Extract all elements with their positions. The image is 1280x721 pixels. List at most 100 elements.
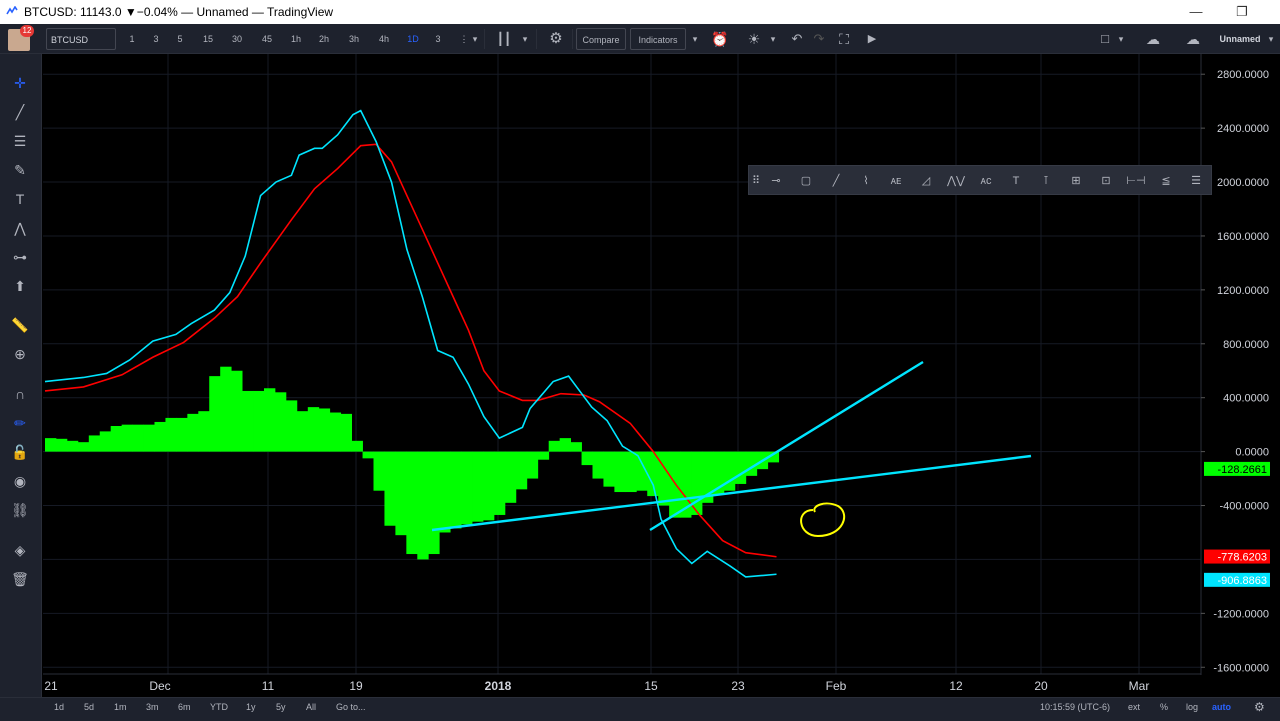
hand-drawn-circle-annotation[interactable] bbox=[800, 502, 845, 538]
drag-handle-icon[interactable]: ⠿ bbox=[751, 170, 761, 192]
lightbulb-icon[interactable]: ☀ bbox=[742, 28, 766, 50]
price-tick-label: 1200.0000 bbox=[1217, 285, 1269, 297]
brush-icon[interactable]: ✎ bbox=[9, 159, 31, 181]
path-tool-icon[interactable]: ⌇ bbox=[855, 170, 877, 192]
interval-4h-button[interactable]: 4h bbox=[371, 28, 397, 50]
range-5d-button[interactable]: 5d bbox=[84, 702, 94, 712]
range-5y-button[interactable]: 5y bbox=[276, 702, 286, 712]
interval-1-button[interactable]: 1 bbox=[124, 28, 140, 50]
cloud-download-icon[interactable]: ☁ bbox=[1140, 28, 1166, 50]
log-scale-toggle[interactable]: log bbox=[1186, 702, 1198, 712]
interval-45-button[interactable]: 45 bbox=[254, 28, 280, 50]
prediction-tool-icon[interactable]: ⊶ bbox=[9, 246, 31, 268]
alert-clock-icon[interactable]: ⏰ bbox=[708, 28, 732, 50]
avatar[interactable]: 12 bbox=[8, 25, 34, 51]
stay-in-drawing-mode-icon[interactable]: ✏ bbox=[9, 412, 31, 434]
symbol-search[interactable]: BTCUSD bbox=[46, 28, 116, 50]
interval-3-button[interactable]: 3 bbox=[430, 28, 446, 50]
histogram-bar bbox=[318, 408, 331, 452]
chart-settings-gear-icon[interactable]: ⚙ bbox=[1254, 700, 1265, 714]
range-1d-button[interactable]: 1d bbox=[54, 702, 64, 712]
ruler-icon[interactable]: 📏 bbox=[9, 314, 31, 336]
zoom-in-icon[interactable]: ⊕ bbox=[9, 343, 31, 365]
triangle-pattern-icon[interactable]: ◿ bbox=[915, 170, 937, 192]
histogram-bar bbox=[493, 451, 506, 515]
histogram-bar bbox=[406, 451, 418, 555]
crosshair-icon[interactable]: ✛ bbox=[9, 72, 31, 94]
interval-15-button[interactable]: 15 bbox=[196, 28, 220, 50]
fullscreen-icon[interactable]: ⛶ bbox=[832, 28, 856, 50]
interval-30-button[interactable]: 30 bbox=[224, 28, 250, 50]
replay-play-icon[interactable]: ▶ bbox=[862, 28, 882, 50]
indicators-chevron-icon[interactable]: ▾ bbox=[690, 28, 700, 50]
link-icon[interactable]: ⛓ bbox=[9, 499, 31, 521]
layers-icon[interactable]: ◈ bbox=[9, 539, 31, 561]
trash-icon[interactable]: 🗑 bbox=[9, 568, 31, 590]
range-6m-button[interactable]: 6m bbox=[178, 702, 191, 712]
interval-3-button[interactable]: 3 bbox=[148, 28, 164, 50]
settings-gear-icon[interactable]: ⚙ bbox=[544, 28, 568, 50]
clock-timezone[interactable]: 10:15:59 (UTC-6) bbox=[1040, 702, 1110, 712]
range-3m-button[interactable]: 3m bbox=[146, 702, 159, 712]
goto-date-button[interactable]: Go to... bbox=[336, 702, 366, 712]
histogram-bar bbox=[307, 407, 320, 452]
layout-menu-chevron-icon[interactable]: ▾ bbox=[1266, 28, 1276, 50]
chart-area[interactable]: 2800.0000 2400.0000 2000.0000 1600.0000 1200… bbox=[43, 54, 1280, 693]
histogram-bar bbox=[450, 451, 462, 529]
extended-hours-toggle[interactable]: ext bbox=[1128, 702, 1140, 712]
chevron-down-icon[interactable]: ▾ bbox=[470, 28, 480, 50]
horizontal-ray-icon[interactable]: ⊸ bbox=[765, 170, 787, 192]
abc-wave-icon[interactable]: ᴀᴄ bbox=[975, 170, 997, 192]
more-tools-icon[interactable]: ☰ bbox=[1185, 170, 1207, 192]
time-tick-label: Feb bbox=[826, 679, 847, 693]
compare-button[interactable]: Compare bbox=[576, 28, 626, 50]
avatar-badge: 12 bbox=[20, 25, 34, 37]
interval-more-icon[interactable]: ⋮ bbox=[458, 28, 470, 50]
cloud-upload-icon[interactable]: ☁ bbox=[1180, 28, 1206, 50]
interval-5-button[interactable]: 5 bbox=[172, 28, 188, 50]
magnet-icon[interactable]: ∩ bbox=[9, 383, 31, 405]
indicators-button[interactable]: Indicators bbox=[630, 28, 686, 50]
date-price-range-icon[interactable]: ⊡ bbox=[1095, 170, 1117, 192]
chart-type-chevron-icon[interactable]: ▾ bbox=[520, 28, 530, 50]
histogram-bar bbox=[209, 376, 221, 452]
layout-name[interactable]: Unnamed bbox=[1214, 28, 1266, 50]
auto-scale-toggle[interactable]: auto bbox=[1212, 702, 1231, 712]
trendline-rising[interactable] bbox=[649, 360, 924, 532]
eye-icon[interactable]: ◉ bbox=[9, 470, 31, 492]
percent-scale-toggle[interactable]: % bbox=[1160, 702, 1168, 712]
fib-fan-icon[interactable]: ≦ bbox=[1155, 170, 1177, 192]
text-tool-icon-2[interactable]: T bbox=[1005, 170, 1027, 192]
fib-retracement-icon[interactable]: ☰ bbox=[9, 130, 31, 152]
redo-icon[interactable]: ↷ bbox=[808, 28, 830, 50]
range-ytd-button[interactable]: YTD bbox=[210, 702, 228, 712]
interval-2h-button[interactable]: 2h bbox=[312, 28, 336, 50]
histogram-bar bbox=[55, 438, 68, 452]
date-range-icon[interactable]: ⊞ bbox=[1065, 170, 1087, 192]
interval-3h-button[interactable]: 3h bbox=[341, 28, 367, 50]
layout-chevron-icon[interactable]: ▾ bbox=[1116, 28, 1126, 50]
undo-icon[interactable]: ↶ bbox=[786, 28, 808, 50]
interval-1h-button[interactable]: 1h bbox=[284, 28, 308, 50]
abcd-pattern-icon[interactable]: ᴀᴇ bbox=[885, 170, 907, 192]
lock-icon[interactable]: 🔓 bbox=[9, 441, 31, 463]
range-all-button[interactable]: All bbox=[306, 702, 316, 712]
measure-icon[interactable]: ⊢⊣ bbox=[1125, 170, 1147, 192]
line-tool-icon[interactable]: ╱ bbox=[825, 170, 847, 192]
minimize-button[interactable]: — bbox=[1176, 2, 1216, 22]
rectangle-tool-icon[interactable]: ▢ bbox=[795, 170, 817, 192]
candles-icon[interactable]: ┃┃ bbox=[494, 28, 514, 50]
price-tick-label: 0.0000 bbox=[1235, 447, 1269, 459]
price-range-icon[interactable]: ⊺ bbox=[1035, 170, 1057, 192]
layout-square-icon[interactable]: □ bbox=[1096, 28, 1114, 50]
trendline-tool-icon[interactable]: ╱ bbox=[9, 101, 31, 123]
ideas-chevron-icon[interactable]: ▾ bbox=[768, 28, 778, 50]
range-1y-button[interactable]: 1y bbox=[246, 702, 256, 712]
range-1m-button[interactable]: 1m bbox=[114, 702, 127, 712]
interval-1d-button[interactable]: 1D bbox=[401, 28, 425, 50]
pattern-tool-icon[interactable]: ⋀ bbox=[9, 217, 31, 239]
elliott-wave-icon[interactable]: ⋀⋁ bbox=[945, 170, 967, 192]
text-tool-icon[interactable]: T bbox=[9, 188, 31, 210]
restore-button[interactable]: ❐ bbox=[1222, 2, 1262, 22]
arrow-up-icon[interactable]: ⬆ bbox=[9, 275, 31, 297]
